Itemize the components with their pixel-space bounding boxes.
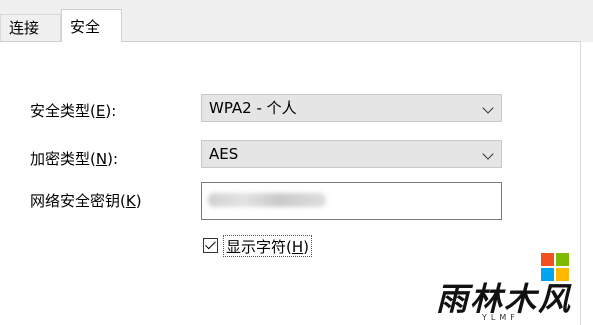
encryption-type-dropdown[interactable]: AES bbox=[201, 140, 502, 168]
chevron-down-icon bbox=[482, 102, 494, 114]
watermark-subtext: YLMF bbox=[482, 313, 519, 322]
tab-strip: 连接 安全 bbox=[0, 0, 593, 42]
security-type-dropdown[interactable]: WPA2 - 个人 bbox=[201, 94, 502, 122]
watermark-logo: 雨林木风 bbox=[436, 280, 573, 318]
encryption-type-label: 加密类型(N): bbox=[30, 150, 119, 168]
network-key-label: 网络安全密钥(K) bbox=[30, 192, 142, 210]
security-type-value: WPA2 - 个人 bbox=[209, 99, 297, 117]
show-characters-checkbox[interactable] bbox=[203, 238, 218, 253]
show-characters-label[interactable]: 显示字符(H) bbox=[223, 235, 313, 257]
obscured-key-text bbox=[208, 193, 326, 207]
tab-security[interactable]: 安全 bbox=[61, 9, 122, 42]
network-key-field[interactable] bbox=[201, 182, 502, 220]
tab-connection[interactable]: 连接 bbox=[0, 14, 61, 41]
encryption-type-value: AES bbox=[209, 145, 239, 163]
windows-logo-icon bbox=[541, 253, 569, 281]
chevron-down-icon bbox=[482, 148, 494, 160]
tab-connection-label: 连接 bbox=[9, 19, 40, 37]
tab-security-label: 安全 bbox=[70, 18, 101, 36]
security-type-label: 安全类型(E): bbox=[30, 102, 117, 120]
